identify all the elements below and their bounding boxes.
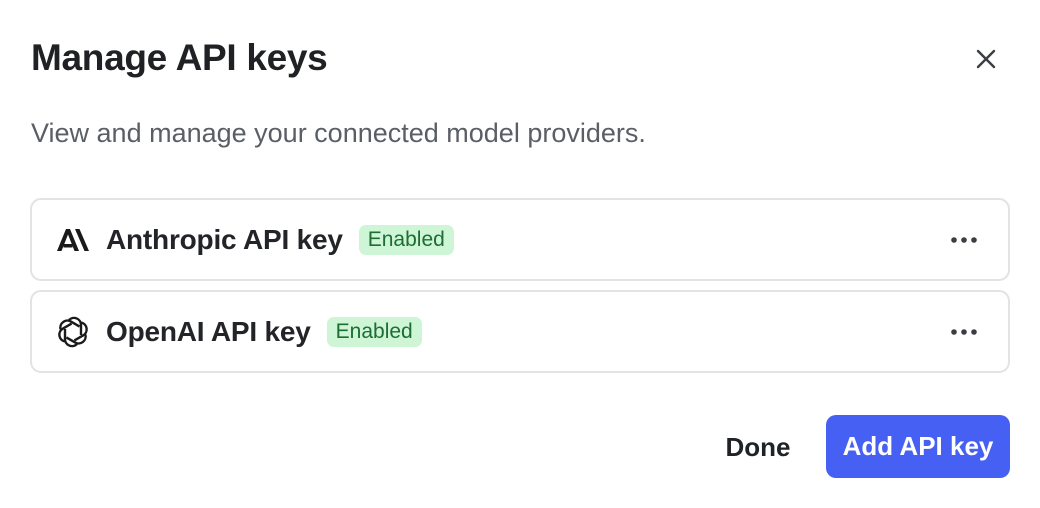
dialog-title: Manage API keys (31, 37, 328, 78)
anthropic-logo-icon (56, 223, 90, 257)
dialog-description: View and manage your connected model pro… (31, 118, 646, 148)
close-button[interactable] (966, 40, 1006, 80)
api-key-row-openai: OpenAI API key Enabled (30, 290, 1010, 373)
add-api-key-button[interactable]: Add API key (826, 415, 1010, 478)
more-horizontal-icon (950, 324, 978, 339)
close-icon (975, 48, 997, 73)
more-options-button[interactable] (942, 314, 986, 350)
done-button[interactable]: Done (706, 416, 810, 478)
api-key-row-anthropic: Anthropic API key Enabled (30, 198, 1010, 281)
api-key-name: Anthropic API key (106, 223, 343, 255)
api-key-list: Anthropic API key Enabled OpenAI API key… (30, 198, 1010, 382)
openai-logo-icon (56, 315, 90, 349)
more-options-button[interactable] (942, 222, 986, 258)
status-badge: Enabled (358, 224, 454, 255)
more-horizontal-icon (950, 232, 978, 247)
status-badge: Enabled (326, 316, 422, 347)
api-key-name: OpenAI API key (106, 315, 311, 347)
manage-api-keys-dialog: Manage API keys View and manage your con… (0, 0, 1040, 508)
